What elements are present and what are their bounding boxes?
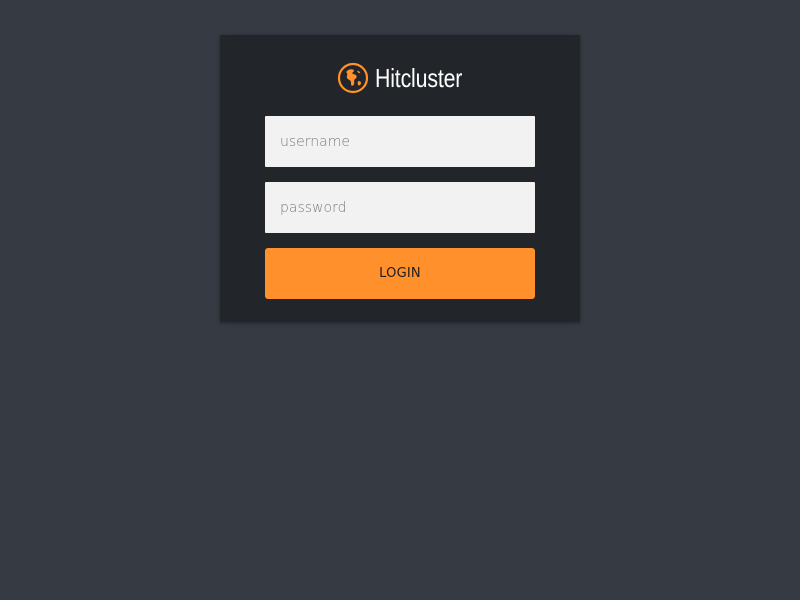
login-card: Hitcluster LOGIN	[220, 35, 580, 322]
globe-americas-icon	[337, 62, 369, 94]
brand-name: Hitcluster	[374, 63, 463, 93]
brand-header: Hitcluster	[220, 62, 580, 94]
password-input[interactable]	[265, 182, 535, 233]
login-button[interactable]: LOGIN	[265, 248, 535, 299]
username-input[interactable]	[265, 116, 535, 167]
page-background: Hitcluster LOGIN	[0, 0, 800, 600]
